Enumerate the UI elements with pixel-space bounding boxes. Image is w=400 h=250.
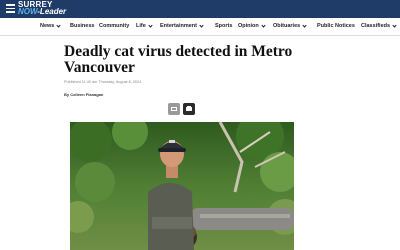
chevron-down-icon [261,22,266,28]
email-share-button[interactable] [168,103,180,115]
nav-item-business[interactable]: Business [70,23,94,29]
nav-label: Life [136,23,146,29]
nav-label: Opinion [238,23,259,29]
nav-label: Classifieds [361,23,391,29]
nav-item-sports[interactable]: Sports [215,23,232,29]
chevron-down-icon [302,22,307,28]
logo-leader-text: -Leader [37,7,67,16]
nav-item-life[interactable]: Life [136,22,153,29]
site-header: SURREY NOW-Leader [0,0,400,18]
article-title: Deadly cat virus detected in Metro Vanco… [64,43,293,76]
nav-item-opinion[interactable]: Opinion [238,22,266,29]
menu-icon[interactable] [6,4,15,13]
nav-item-public-notices[interactable]: Public Notices [317,23,355,29]
nav-item-entertainment[interactable]: Entertainment [160,22,204,29]
nav-label: Community [99,23,130,29]
nav-label: Public Notices [317,23,355,29]
logo-now-text: NOW [18,7,38,16]
photo-illustration [70,122,294,250]
printer-icon [186,105,192,111]
chevron-down-icon [199,22,204,28]
chevron-down-icon [392,22,397,28]
article-photo [70,122,294,250]
nav-item-classifieds[interactable]: Classifieds [361,22,397,29]
main-nav: News Business Community Life Entertainme… [0,18,400,36]
chevron-down-icon [56,22,61,28]
nav-label: News [40,23,55,29]
chevron-down-icon [148,22,153,28]
print-button[interactable] [183,103,195,115]
logo-bottom-text: NOW-Leader [18,8,66,16]
article-byline[interactable]: By Colleen Flanagan [64,92,103,97]
nav-item-news[interactable]: News [40,22,61,29]
nav-label: Obituaries [273,23,301,29]
nav-label: Business [70,23,95,29]
nav-item-obituaries[interactable]: Obituaries [273,22,307,29]
site-logo[interactable]: SURREY NOW-Leader [18,1,66,16]
nav-item-community[interactable]: Community [99,23,129,29]
nav-label: Entertainment [160,23,197,29]
published-date: Published 11:40 am Thursday, August 8, 2… [64,80,142,84]
envelope-icon [171,107,177,111]
nav-label: Sports [215,23,233,29]
